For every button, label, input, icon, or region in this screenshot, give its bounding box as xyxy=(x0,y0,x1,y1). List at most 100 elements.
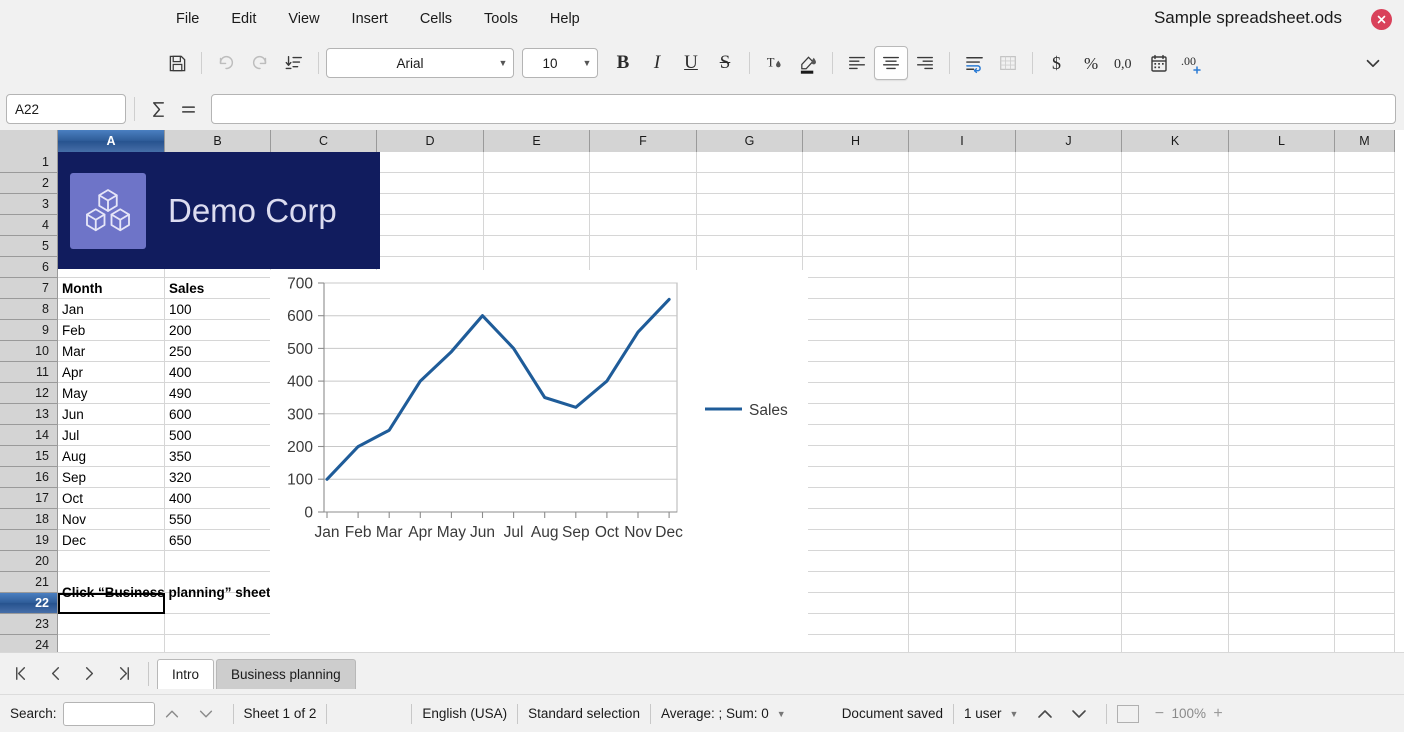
cell-l19[interactable] xyxy=(1229,530,1335,551)
column-header-a[interactable]: A xyxy=(58,130,165,152)
cell-l10[interactable] xyxy=(1229,341,1335,362)
cell-f5[interactable] xyxy=(590,236,697,257)
cell-g3[interactable] xyxy=(697,194,803,215)
cell-f4[interactable] xyxy=(590,215,697,236)
cell-l3[interactable] xyxy=(1229,194,1335,215)
cell-j2[interactable] xyxy=(1016,173,1122,194)
bold-button[interactable]: B xyxy=(606,46,640,80)
last-sheet-button[interactable] xyxy=(106,658,140,690)
cell-i19[interactable] xyxy=(909,530,1016,551)
cell-m14[interactable] xyxy=(1335,425,1395,446)
cell-m18[interactable] xyxy=(1335,509,1395,530)
toolbar-overflow-button[interactable] xyxy=(1356,46,1390,80)
row-header-15[interactable]: 15 xyxy=(0,446,58,467)
cell-b8[interactable]: 100 xyxy=(165,299,271,320)
row-header-1[interactable]: 1 xyxy=(0,152,58,173)
row-header-3[interactable]: 3 xyxy=(0,194,58,215)
cell-h9[interactable] xyxy=(803,320,909,341)
sales-line-chart[interactable]: 700 600 500 400 300 200 100 0 Jan Feb Ma… xyxy=(270,270,808,652)
cell-a7[interactable]: Month xyxy=(58,278,165,299)
font-size-select[interactable]: 10 ▼ xyxy=(522,48,598,78)
cell-i11[interactable] xyxy=(909,362,1016,383)
cell-j14[interactable] xyxy=(1016,425,1122,446)
select-all-corner[interactable] xyxy=(0,130,58,152)
cell-i20[interactable] xyxy=(909,551,1016,572)
highlight-color-button[interactable] xyxy=(791,46,825,80)
cell-l7[interactable] xyxy=(1229,278,1335,299)
cell-l14[interactable] xyxy=(1229,425,1335,446)
cell-b10[interactable]: 250 xyxy=(165,341,271,362)
cell-j8[interactable] xyxy=(1016,299,1122,320)
cell-a9[interactable]: Feb xyxy=(58,320,165,341)
cell-b14[interactable]: 500 xyxy=(165,425,271,446)
cell-m12[interactable] xyxy=(1335,383,1395,404)
cell-j18[interactable] xyxy=(1016,509,1122,530)
cell-m16[interactable] xyxy=(1335,467,1395,488)
summary-dropdown-icon[interactable]: ▼ xyxy=(777,709,786,719)
cell-i13[interactable] xyxy=(909,404,1016,425)
menu-insert[interactable]: Insert xyxy=(336,7,404,31)
cell-i3[interactable] xyxy=(909,194,1016,215)
users-dropdown-icon[interactable]: ▼ xyxy=(1010,709,1019,719)
cell-f3[interactable] xyxy=(590,194,697,215)
cell-i15[interactable] xyxy=(909,446,1016,467)
cell-a23[interactable] xyxy=(58,614,165,635)
zoom-out-button[interactable]: − xyxy=(1147,705,1171,723)
cell-k19[interactable] xyxy=(1122,530,1229,551)
cell-m2[interactable] xyxy=(1335,173,1395,194)
cell-m7[interactable] xyxy=(1335,278,1395,299)
cell-j24[interactable] xyxy=(1016,635,1122,652)
save-button[interactable] xyxy=(160,46,194,80)
row-header-6[interactable]: 6 xyxy=(0,257,58,278)
cell-b11[interactable]: 400 xyxy=(165,362,271,383)
cell-m11[interactable] xyxy=(1335,362,1395,383)
cell-j4[interactable] xyxy=(1016,215,1122,236)
cell-j1[interactable] xyxy=(1016,152,1122,173)
cell-f1[interactable] xyxy=(590,152,697,173)
cell-k13[interactable] xyxy=(1122,404,1229,425)
cell-j22[interactable] xyxy=(1016,593,1122,614)
cell-j5[interactable] xyxy=(1016,236,1122,257)
cell-h14[interactable] xyxy=(803,425,909,446)
cell-l22[interactable] xyxy=(1229,593,1335,614)
cell-m23[interactable] xyxy=(1335,614,1395,635)
borders-button[interactable] xyxy=(991,46,1025,80)
next-sheet-button[interactable] xyxy=(72,658,106,690)
language-label[interactable]: English (USA) xyxy=(422,706,507,721)
cell-g1[interactable] xyxy=(697,152,803,173)
cell-b15[interactable]: 350 xyxy=(165,446,271,467)
cell-i1[interactable] xyxy=(909,152,1016,173)
sum-button[interactable] xyxy=(143,94,173,124)
cell-k24[interactable] xyxy=(1122,635,1229,652)
cell-e3[interactable] xyxy=(484,194,590,215)
cell-b17[interactable]: 400 xyxy=(165,488,271,509)
name-box[interactable]: A22 xyxy=(6,94,126,124)
cell-m4[interactable] xyxy=(1335,215,1395,236)
row-header-9[interactable]: 9 xyxy=(0,320,58,341)
cell-b12[interactable]: 490 xyxy=(165,383,271,404)
cell-h21[interactable] xyxy=(803,572,909,593)
cell-k8[interactable] xyxy=(1122,299,1229,320)
row-header-11[interactable]: 11 xyxy=(0,362,58,383)
cell-d2[interactable] xyxy=(377,173,484,194)
row-header-17[interactable]: 17 xyxy=(0,488,58,509)
row-header-16[interactable]: 16 xyxy=(0,467,58,488)
cell-h10[interactable] xyxy=(803,341,909,362)
row-header-10[interactable]: 10 xyxy=(0,341,58,362)
add-decimal-button[interactable]: .00 xyxy=(1176,46,1210,80)
cell-k16[interactable] xyxy=(1122,467,1229,488)
cell-m3[interactable] xyxy=(1335,194,1395,215)
cell-a13[interactable]: Jun xyxy=(58,404,165,425)
cell-l12[interactable] xyxy=(1229,383,1335,404)
sheet-tab-business-planning[interactable]: Business planning xyxy=(216,658,356,689)
cell-k23[interactable] xyxy=(1122,614,1229,635)
cell-a18[interactable]: Nov xyxy=(58,509,165,530)
menu-help[interactable]: Help xyxy=(534,7,596,31)
cell-m10[interactable] xyxy=(1335,341,1395,362)
cell-b18[interactable]: 550 xyxy=(165,509,271,530)
cell-h6[interactable] xyxy=(803,257,909,278)
cell-a15[interactable]: Aug xyxy=(58,446,165,467)
row-header-13[interactable]: 13 xyxy=(0,404,58,425)
cell-e2[interactable] xyxy=(484,173,590,194)
column-header-k[interactable]: K xyxy=(1122,130,1229,152)
